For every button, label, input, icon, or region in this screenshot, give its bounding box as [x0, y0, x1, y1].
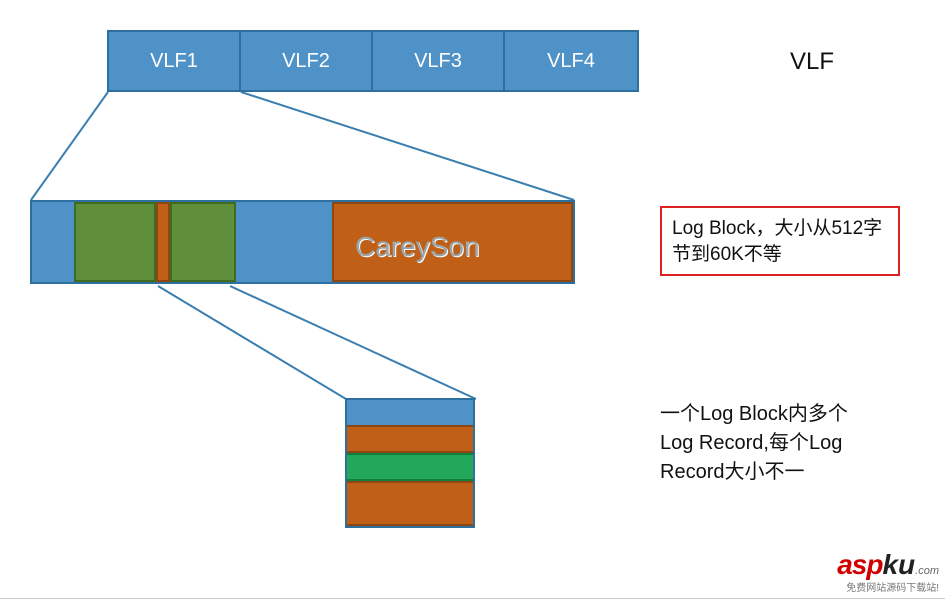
log-block-seg-green-2	[170, 202, 236, 282]
log-block-seg-orange-1	[156, 202, 170, 282]
log-record-row-4	[347, 481, 473, 526]
log-block-seg-blue	[32, 202, 74, 282]
vlf-cell-2: VLF2	[241, 32, 373, 90]
vlf-label: VLF	[790, 48, 834, 76]
log-block-description-box: Log Block，大小从512字节到60K不等	[660, 206, 900, 276]
log-block-bar	[30, 200, 575, 284]
footer-baseline	[0, 598, 945, 599]
vlf-row: VLF1 VLF2 VLF3 VLF4	[107, 30, 639, 92]
footer-logo: aspku.com 免费网站源码下载站!	[837, 549, 939, 594]
log-block-description-text: Log Block，大小从512字节到60K不等	[672, 218, 882, 265]
footer-tagline: 免费网站源码下载站!	[837, 579, 939, 594]
diagram-canvas: VLF1 VLF2 VLF3 VLF4 VLF CareySon Log Blo…	[0, 0, 945, 600]
vlf-cell-1: VLF1	[109, 32, 241, 90]
log-record-block	[345, 398, 475, 528]
footer-logo-text-2: ku	[882, 549, 915, 580]
vlf-cell-3: VLF3	[373, 32, 505, 90]
footer-logo-tld: .com	[915, 565, 939, 577]
log-record-row-1	[347, 400, 473, 425]
log-record-description: 一个Log Block内多个Log Record,每个Log Record大小不…	[660, 400, 870, 487]
log-record-row-3	[347, 453, 473, 481]
vlf-cell-4: VLF4	[505, 32, 637, 90]
log-block-seg-green-1	[74, 202, 156, 282]
log-record-row-2	[347, 425, 473, 453]
log-block-seg-orange-2	[332, 202, 573, 282]
log-block-seg-blue-2	[236, 202, 332, 282]
footer-logo-text-1: asp	[837, 549, 882, 580]
